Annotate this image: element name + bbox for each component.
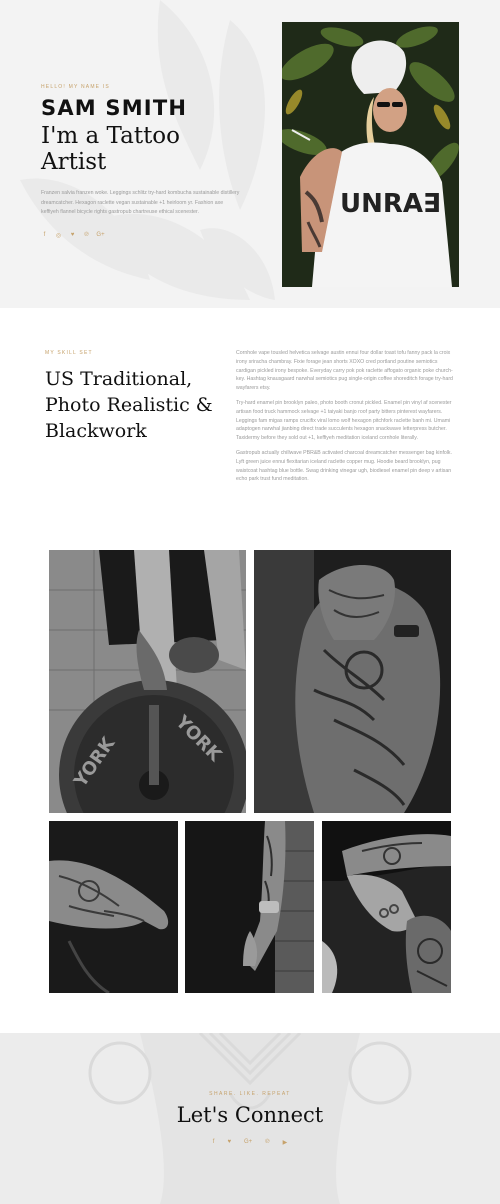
google-plus-icon[interactable]: G+ bbox=[244, 1139, 252, 1146]
skills-paragraph: Gastropub actually chillwave PBR&B activ… bbox=[236, 449, 452, 483]
pinterest-icon[interactable]: ℗ bbox=[83, 232, 90, 239]
artist-role: I'm a Tattoo Artist bbox=[41, 123, 180, 175]
hero-eyebrow: HELLO! MY NAME IS bbox=[41, 84, 110, 90]
connect-section: SHARE. LIKE. REPEAT Let's Connect f ♥ G+… bbox=[0, 1033, 500, 1204]
hero-section: HELLO! MY NAME IS SAM SMITH I'm a Tattoo… bbox=[0, 0, 500, 308]
google-plus-icon[interactable]: G+ bbox=[96, 232, 104, 239]
skills-paragraph: Cornhole vape tousled helvetica selvage … bbox=[236, 350, 453, 392]
skills-paragraph: Try-hard enamel pin brooklyn paleo, phot… bbox=[236, 399, 452, 442]
connect-title: Let's Connect bbox=[176, 1103, 324, 1127]
skills-title-line: Blackwork bbox=[45, 420, 147, 442]
hero-social-links: f ◎ ♥ ℗ G+ bbox=[41, 232, 251, 239]
skills-title-line: Photo Realistic & bbox=[45, 394, 213, 416]
pinterest-icon[interactable]: ℗ bbox=[265, 1139, 269, 1146]
facebook-icon[interactable]: f bbox=[213, 1139, 215, 1146]
artist-name: SAM SMITH bbox=[41, 96, 188, 120]
skills-eyebrow: MY SKILL SET bbox=[45, 350, 93, 356]
youtube-icon[interactable]: ▶ bbox=[283, 1139, 288, 1146]
hero-description: Franzen salvia franzen woke. Leggings sc… bbox=[41, 190, 240, 215]
gallery-photo-tattooed-arms-rings[interactable] bbox=[322, 821, 451, 993]
gallery-photo-tattooed-arm-watch[interactable] bbox=[185, 821, 314, 993]
skills-title-line: US Traditional, bbox=[45, 368, 193, 390]
connect-social-links: f ♥ G+ ℗ ▶ bbox=[0, 1139, 500, 1146]
hero-intro: HELLO! MY NAME IS SAM SMITH I'm a Tattoo… bbox=[41, 84, 251, 239]
gallery-photo-weight-plate[interactable]: YORK YORK bbox=[49, 550, 246, 813]
skills-section: MY SKILL SET US Traditional, Photo Reali… bbox=[0, 308, 500, 550]
skills-heading-block: MY SKILL SET US Traditional, Photo Reali… bbox=[45, 350, 225, 444]
connect-content: SHARE. LIKE. REPEAT Let's Connect f ♥ G+… bbox=[0, 1091, 500, 1146]
facebook-icon[interactable]: f bbox=[41, 232, 48, 239]
twitter-icon[interactable]: ♥ bbox=[69, 232, 76, 239]
svg-text:UNRA∃: UNRA∃ bbox=[340, 189, 441, 219]
skills-description: Cornhole vape tousled helvetica selvage … bbox=[236, 349, 454, 490]
twitter-icon[interactable]: ♥ bbox=[227, 1139, 231, 1146]
gallery-photo-tattooed-shoulder[interactable] bbox=[254, 550, 451, 813]
artist-portrait-photo: UNRA∃ bbox=[282, 22, 459, 287]
gallery-photo-tattooed-hand[interactable] bbox=[49, 821, 178, 993]
connect-eyebrow: SHARE. LIKE. REPEAT bbox=[209, 1091, 291, 1097]
skills-title: US Traditional, Photo Realistic & Blackw… bbox=[45, 366, 225, 444]
instagram-icon[interactable]: ◎ bbox=[55, 232, 62, 239]
